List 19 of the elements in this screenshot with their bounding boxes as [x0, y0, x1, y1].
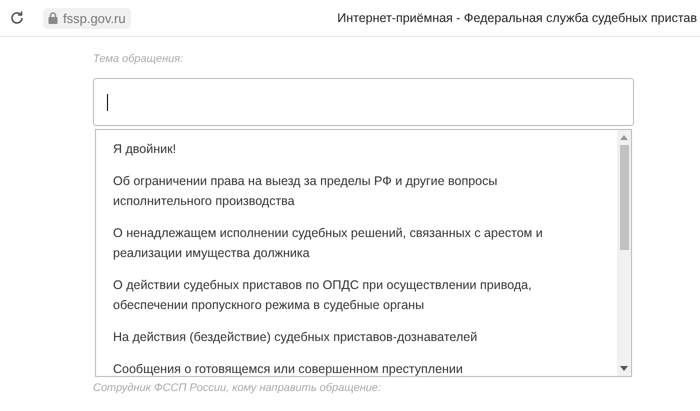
scroll-down-icon[interactable]: [620, 366, 628, 371]
dropdown-option[interactable]: Сообщения о готовящемся или совершенном преступлении: [96, 353, 617, 376]
dropdown-option[interactable]: На действия (бездействие) судебных приставов-дознавателей: [96, 321, 617, 353]
field-label: Сотрудник ФССП России, кому направить обращение:: [93, 382, 382, 394]
field-label: Тема обращения:: [93, 53, 184, 65]
reload-icon[interactable]: [9, 10, 25, 26]
address-bar[interactable]: fssp.gov.ru: [43, 8, 131, 28]
scroll-up-icon[interactable]: [620, 135, 628, 140]
lock-icon: [48, 12, 58, 24]
input-field[interactable]: [93, 78, 634, 126]
scrollbar-thumb[interactable]: [620, 145, 628, 250]
scrollbar[interactable]: [617, 130, 631, 376]
url-text: fssp.gov.ru: [63, 10, 126, 26]
dropdown-option[interactable]: Об ограничении права на выезд за пределы РФ и другие вопросы исполнительного производства: [96, 165, 617, 217]
dropdown-option[interactable]: О действии судебных приставов по ОПДС при осуществлении привода, обеспечении пропускного режима в судебные органы: [96, 269, 617, 321]
dropdown-option[interactable]: Я двойник!: [96, 133, 617, 165]
dropdown-option[interactable]: О ненадлежащем исполнении судебных решений, связанных с арестом и реализации имущества должника: [96, 217, 617, 269]
page-title: Интернет-приёмная - Федеральная служба судебных пристав: [337, 11, 697, 25]
text-cursor: [107, 94, 108, 110]
